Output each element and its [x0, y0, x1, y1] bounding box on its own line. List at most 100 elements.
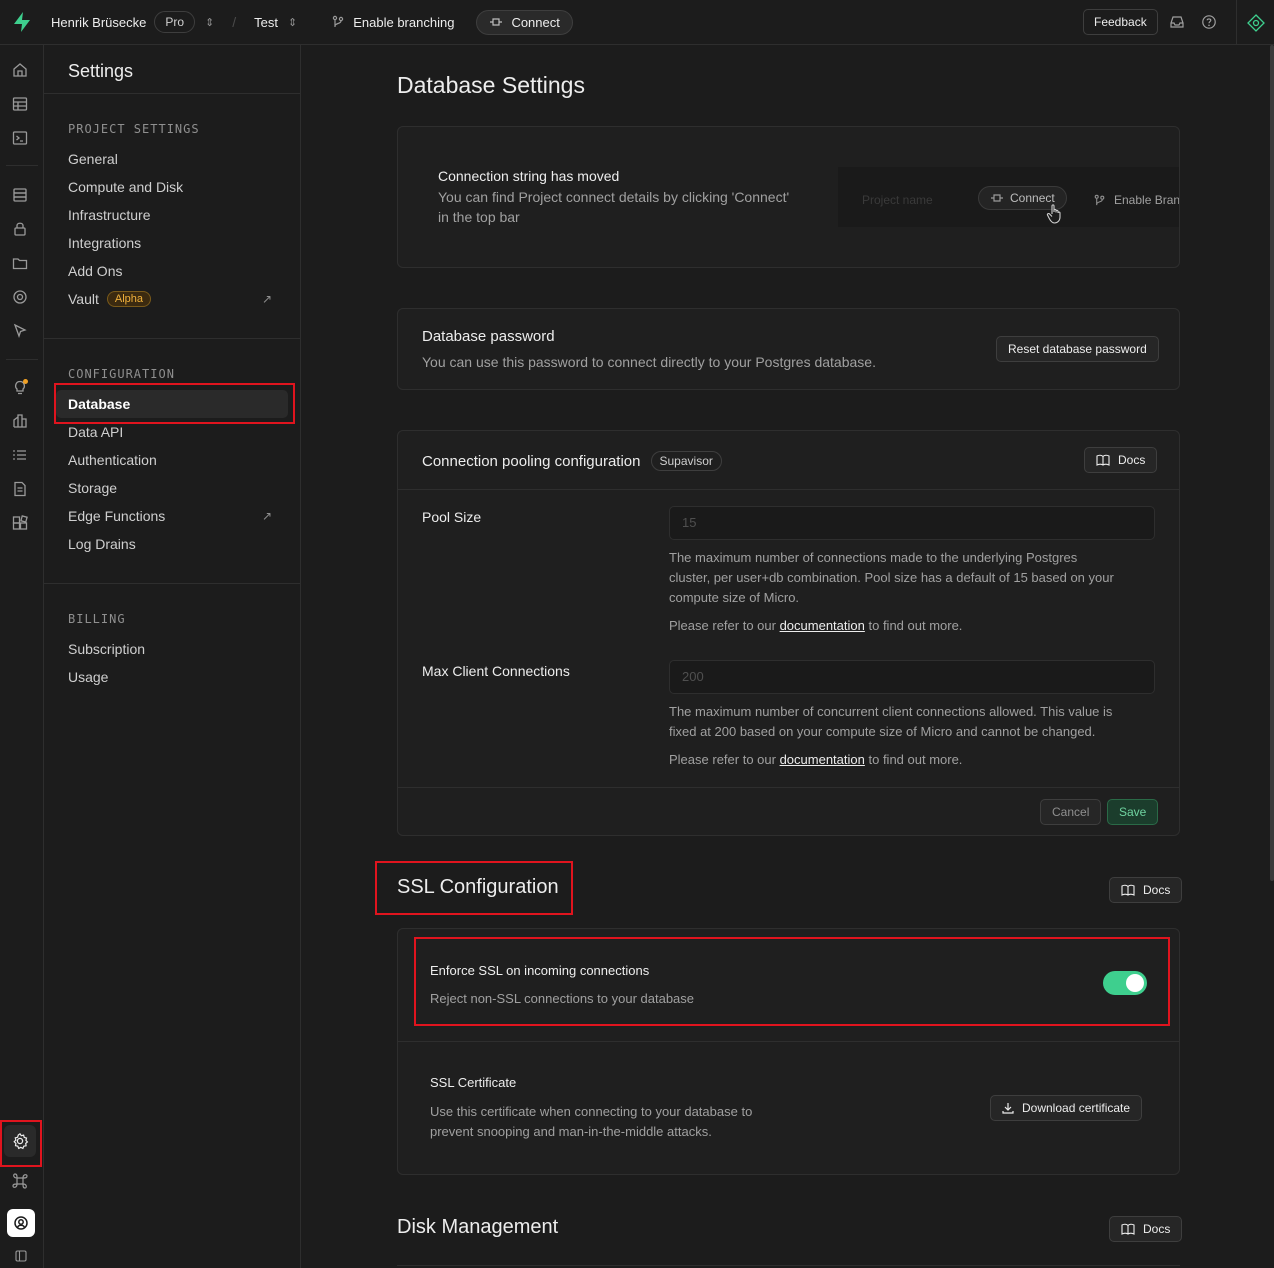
- logs-list-icon[interactable]: [11, 446, 29, 464]
- book-open-icon: [1096, 454, 1110, 466]
- database-password-title: Database password: [422, 328, 555, 345]
- card-divider: [398, 1041, 1179, 1042]
- enforce-ssl-description: Reject non-SSL connections to your datab…: [430, 991, 695, 1006]
- database-password-description: You can use this password to connect dir…: [422, 354, 876, 370]
- disk-docs-label: Docs: [1143, 1222, 1171, 1236]
- sidebar-item-edge-functions[interactable]: Edge Functions: [68, 506, 165, 526]
- inbox-icon[interactable]: [1169, 14, 1185, 30]
- git-branch-icon: [333, 15, 344, 27]
- pool-size-label: Pool Size: [422, 509, 482, 525]
- edge-functions-cursor-icon[interactable]: [11, 322, 29, 340]
- plug-icon: [991, 194, 1003, 202]
- max-client-refer: Please refer to our documentation to fin…: [669, 750, 962, 770]
- storage-icon[interactable]: [11, 254, 29, 272]
- refer-prefix: Please refer to our: [669, 618, 776, 633]
- pooling-title: Connection pooling configuration: [422, 452, 641, 470]
- sidebar-item-authentication[interactable]: Authentication: [68, 450, 157, 470]
- org-switcher[interactable]: Henrik Brüsecke Pro ⇕: [51, 11, 214, 33]
- book-open-icon: [1121, 1223, 1135, 1235]
- feedback-button[interactable]: Feedback: [1083, 9, 1158, 35]
- main-content: Database Settings Connection string has …: [301, 45, 1274, 1268]
- pool-size-input[interactable]: 15: [669, 506, 1155, 540]
- sidebar-item-general[interactable]: General: [68, 149, 118, 169]
- connect-label: Connect: [511, 14, 560, 30]
- disk-docs-button[interactable]: Docs: [1109, 1216, 1183, 1242]
- sidebar-item-data-api[interactable]: Data API: [68, 422, 123, 442]
- max-client-connections-label: Max Client Connections: [422, 663, 570, 679]
- connection-pooling-card: Connection pooling configuration Supavis…: [397, 430, 1180, 836]
- sql-editor-icon[interactable]: [11, 129, 29, 147]
- external-link-icon: ↗: [262, 292, 273, 306]
- collapse-sidebar-icon[interactable]: [15, 1250, 27, 1262]
- sidebar-item-usage[interactable]: Usage: [68, 667, 108, 687]
- realtime-icon[interactable]: [11, 288, 29, 306]
- git-branch-icon: [1094, 194, 1105, 206]
- main-scrollbar[interactable]: [1270, 45, 1274, 881]
- max-client-connections-input[interactable]: 200: [669, 660, 1155, 694]
- assistant-button[interactable]: [1236, 0, 1274, 45]
- pooling-docs-button[interactable]: Docs: [1084, 447, 1158, 473]
- pool-size-documentation-link[interactable]: documentation: [780, 618, 865, 633]
- ssl-docs-button[interactable]: Docs: [1109, 877, 1183, 903]
- settings-rail-button[interactable]: [4, 1125, 36, 1157]
- ssl-certificate-desc-2: prevent snooping and man-in-the-middle a…: [430, 1124, 712, 1139]
- database-password-card: Database password You can use this passw…: [397, 308, 1180, 390]
- sidebar-item-vault[interactable]: Vault Alpha: [68, 289, 152, 309]
- pool-size-help-1: The maximum number of connections made t…: [669, 550, 1078, 565]
- max-client-help-1: The maximum number of concurrent client …: [669, 704, 1113, 719]
- advisors-bulb-icon[interactable]: [11, 378, 29, 396]
- disk-management-title: Disk Management: [397, 1216, 559, 1238]
- enable-branching-button[interactable]: Enable branching: [331, 15, 454, 30]
- download-certificate-button[interactable]: Download certificate: [990, 1095, 1143, 1121]
- section-heading-billing: BILLING: [68, 612, 126, 626]
- command-menu-icon[interactable]: [11, 1172, 29, 1190]
- enforce-ssl-title: Enforce SSL on incoming connections: [430, 963, 650, 978]
- sidebar-item-database[interactable]: Database: [56, 390, 288, 418]
- download-icon: [1002, 1103, 1014, 1114]
- alpha-badge: Alpha: [106, 291, 152, 307]
- section-heading-configuration: CONFIGURATION: [68, 367, 175, 381]
- reset-database-password-button[interactable]: Reset database password: [996, 336, 1159, 362]
- sidebar-item-compute-and-disk[interactable]: Compute and Disk: [68, 177, 183, 197]
- hand-cursor-icon: [1046, 204, 1061, 224]
- sidebar-item-log-drains[interactable]: Log Drains: [68, 534, 136, 554]
- page-title: Database Settings: [397, 72, 585, 98]
- pool-size-help-3: compute size of Micro.: [669, 590, 800, 605]
- api-docs-icon[interactable]: [11, 480, 29, 498]
- sidebar-item-storage[interactable]: Storage: [68, 478, 117, 498]
- org-name: Henrik Brüsecke: [51, 14, 147, 30]
- auth-lock-icon[interactable]: [11, 220, 29, 238]
- table-editor-icon[interactable]: [11, 95, 29, 113]
- user-avatar[interactable]: [7, 1209, 35, 1237]
- home-icon[interactable]: [11, 61, 29, 79]
- connection-moved-line2: in the top bar: [438, 209, 520, 225]
- cancel-button[interactable]: Cancel: [1040, 799, 1102, 825]
- project-switcher[interactable]: Test ⇕: [254, 15, 297, 30]
- section-heading-project-settings: PROJECT SETTINGS: [68, 122, 200, 136]
- settings-sidebar: Settings PROJECT SETTINGS General Comput…: [44, 45, 301, 1268]
- pooling-docs-label: Docs: [1118, 453, 1146, 467]
- pool-size-help-2: cluster, per user+db combination. Pool s…: [669, 570, 1114, 585]
- max-client-documentation-link[interactable]: documentation: [780, 752, 865, 767]
- reports-icon[interactable]: [11, 412, 29, 430]
- sidebar-item-add-ons[interactable]: Add Ons: [68, 261, 122, 281]
- supabase-logo-icon[interactable]: [0, 0, 44, 44]
- sidebar-item-infrastructure[interactable]: Infrastructure: [68, 205, 150, 225]
- help-icon[interactable]: [1201, 14, 1217, 30]
- sidebar-item-integrations[interactable]: Integrations: [68, 233, 141, 253]
- enforce-ssl-toggle[interactable]: [1103, 971, 1147, 995]
- chevron-up-down-icon: ⇕: [288, 16, 298, 29]
- preview-branching-label: Enable Bran: [1114, 193, 1180, 207]
- download-certificate-label: Download certificate: [1022, 1101, 1131, 1115]
- database-icon[interactable]: [11, 186, 29, 204]
- rail-divider: [6, 359, 38, 360]
- enable-branching-label: Enable branching: [353, 14, 455, 30]
- integrations-icon[interactable]: [11, 514, 29, 532]
- refer-prefix: Please refer to our: [669, 752, 776, 767]
- card-divider: [398, 489, 1179, 490]
- sidebar-item-subscription[interactable]: Subscription: [68, 639, 145, 659]
- sidebar-title: Settings: [68, 61, 134, 81]
- connect-button[interactable]: Connect: [476, 9, 573, 35]
- plug-icon: [490, 18, 503, 26]
- save-button[interactable]: Save: [1107, 799, 1159, 825]
